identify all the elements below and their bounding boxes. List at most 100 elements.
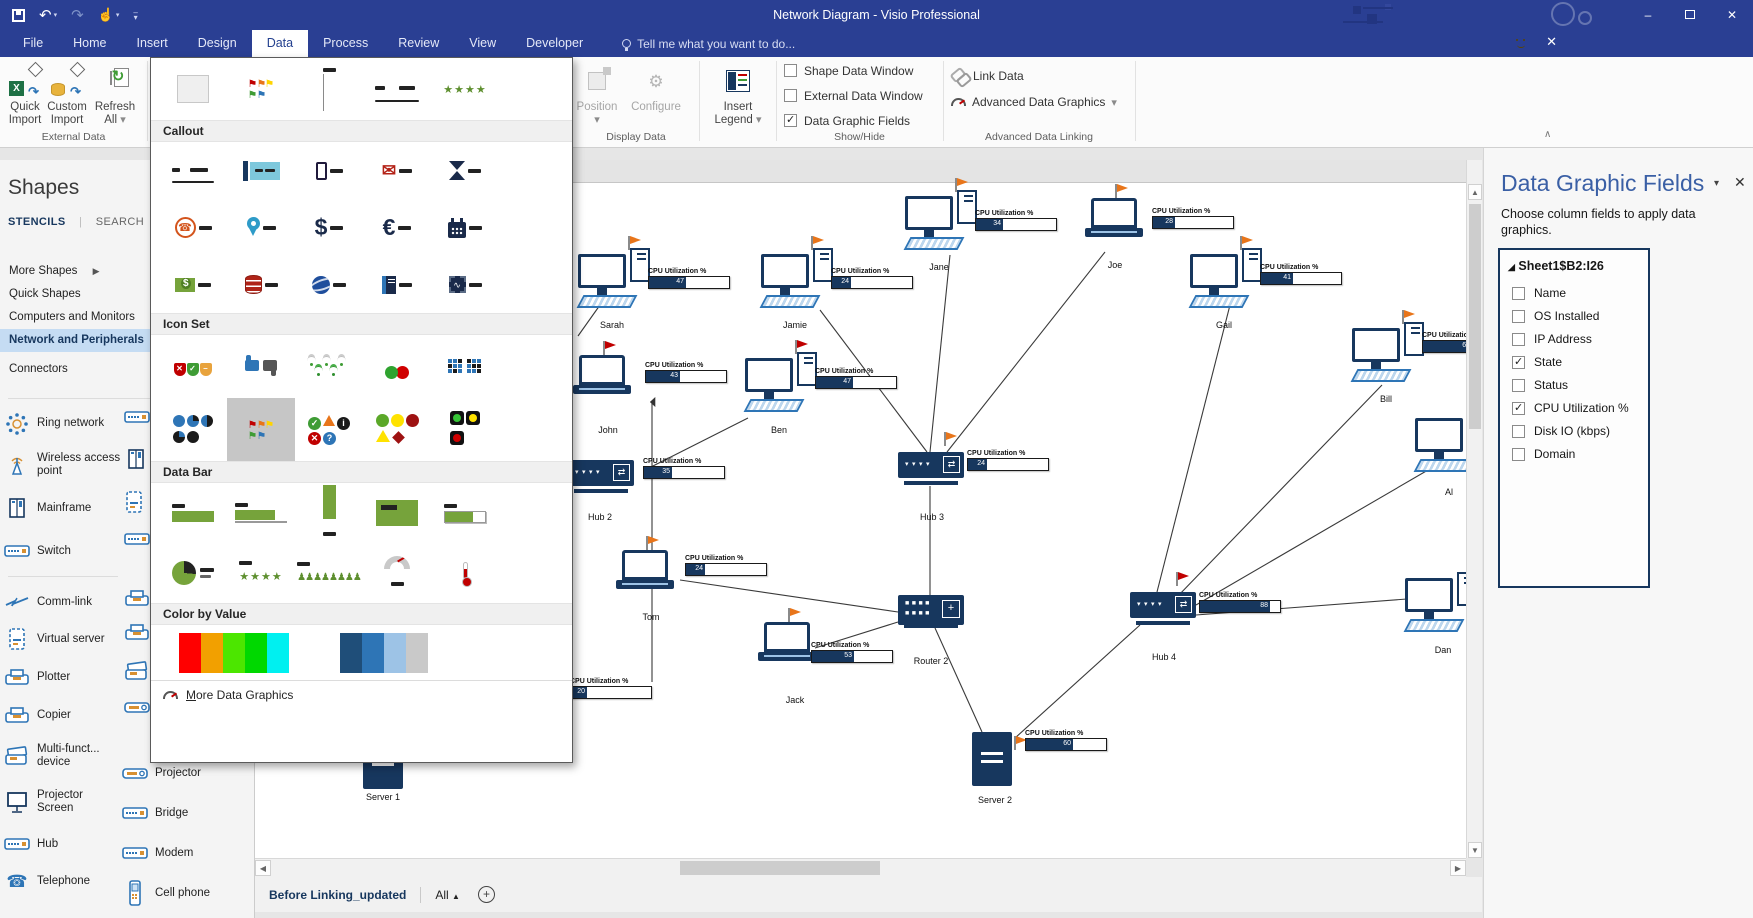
page-tab[interactable]: Before Linking_updated bbox=[269, 888, 406, 902]
field-ip-address[interactable]: IP Address bbox=[1512, 329, 1592, 349]
field-status[interactable]: Status bbox=[1512, 375, 1568, 395]
field-name[interactable]: Name bbox=[1512, 283, 1566, 303]
gallery-item-flags[interactable]: ⚑⚑⚑⚑⚑ bbox=[227, 58, 295, 120]
pane-close-icon[interactable]: ✕ bbox=[1734, 174, 1746, 191]
checkbox-icon[interactable] bbox=[784, 114, 797, 127]
collapse-ribbon-icon[interactable]: ∧ bbox=[1544, 129, 1551, 140]
tab-search[interactable]: SEARCH bbox=[96, 216, 144, 228]
sidebar-item-quick-shapes[interactable]: Quick Shapes bbox=[0, 283, 150, 306]
tab-file[interactable]: File bbox=[8, 30, 58, 57]
gallery-item-callout-pin[interactable] bbox=[227, 199, 295, 256]
checkbox-icon[interactable] bbox=[1512, 287, 1525, 300]
node-jane[interactable] bbox=[905, 190, 977, 252]
add-page-button[interactable]: + bbox=[478, 886, 495, 903]
tab-view[interactable]: View bbox=[454, 30, 511, 57]
pane-menu-icon[interactable]: ▾ bbox=[1714, 178, 1719, 189]
gallery-item-db-basic[interactable] bbox=[159, 483, 227, 543]
gallery-item-callout-phone[interactable] bbox=[295, 142, 363, 199]
sidebar-item-computers-and-monitors[interactable]: Computers and Monitors bbox=[0, 306, 150, 329]
gallery-item-db-pie[interactable] bbox=[159, 543, 227, 603]
gallery-item-callout-mail[interactable]: ✉ bbox=[363, 142, 431, 199]
node-dan[interactable] bbox=[1405, 572, 1466, 634]
checkbox-icon[interactable] bbox=[1512, 310, 1525, 323]
gallery-item-is-toggles[interactable] bbox=[363, 335, 431, 398]
shape-modem[interactable]: Modem bbox=[122, 833, 252, 873]
node-hub-3[interactable]: ▾▾▾▾⇄ bbox=[898, 452, 964, 486]
node-sarah[interactable] bbox=[578, 248, 650, 310]
gallery-item-db-gauge[interactable] bbox=[363, 543, 431, 603]
advanced-data-graphics-button[interactable]: Advanced Data Graphics▾ bbox=[951, 95, 1117, 109]
shape-plotter[interactable]: Plotter bbox=[4, 658, 122, 696]
gallery-item-callout-euro[interactable]: € bbox=[363, 199, 431, 256]
tab-review[interactable]: Review bbox=[383, 30, 454, 57]
shape-multi-function-device[interactable]: Multi-funct... device bbox=[4, 734, 122, 778]
sheet-group-header[interactable]: ◢ Sheet1$B2:I26 bbox=[1508, 259, 1604, 273]
close-button[interactable]: ✕ bbox=[1711, 0, 1753, 30]
gallery-item-is-traffic[interactable] bbox=[431, 398, 499, 461]
shape-switch[interactable]: Switch bbox=[4, 528, 122, 574]
node-joe[interactable] bbox=[1087, 198, 1143, 238]
refresh-all-button[interactable]: ↻ RefreshAll ▾ bbox=[90, 61, 140, 127]
node-bill[interactable] bbox=[1352, 322, 1424, 384]
gallery-item-is-wifi[interactable] bbox=[295, 335, 363, 398]
node-server-2[interactable] bbox=[972, 732, 1012, 786]
node-hub-2[interactable]: ▾▾▾▾⇄ bbox=[568, 460, 634, 494]
shape-mainframe[interactable]: Mainframe bbox=[4, 488, 122, 528]
node-tom[interactable] bbox=[618, 550, 674, 590]
shape-cell-phone[interactable]: Cell phone bbox=[122, 873, 252, 913]
gallery-item-db-vertical[interactable] bbox=[295, 483, 363, 543]
shape-hub[interactable]: Hub bbox=[4, 826, 122, 862]
gallery-item-is-shapes[interactable] bbox=[363, 398, 431, 461]
all-pages-button[interactable]: All ▲ bbox=[435, 888, 460, 902]
checkbox-icon[interactable] bbox=[1512, 333, 1525, 346]
gallery-item-db-boxed[interactable] bbox=[363, 483, 431, 543]
gallery-item-stars[interactable]: ★★★★ bbox=[431, 58, 499, 120]
field-state[interactable]: State bbox=[1512, 352, 1562, 372]
tell-me-search[interactable]: Tell me what you want to do... bbox=[622, 30, 795, 57]
gallery-item-db-underline[interactable] bbox=[227, 483, 295, 543]
gallery-item-callout-box[interactable] bbox=[227, 142, 295, 199]
custom-import-button[interactable]: ↷ CustomImport bbox=[44, 61, 90, 127]
more-data-graphics-button[interactable]: More Data Graphics bbox=[151, 680, 572, 708]
node-jamie[interactable] bbox=[761, 248, 833, 310]
gallery-item-callout-chip[interactable]: ∿ bbox=[431, 256, 499, 313]
scroll-up-icon[interactable]: ▲ bbox=[1468, 184, 1482, 200]
node-router-2[interactable]: ■■■■■■■■+ bbox=[898, 595, 964, 633]
checkbox-icon[interactable] bbox=[1512, 379, 1525, 392]
gallery-item-none[interactable] bbox=[159, 58, 227, 120]
gallery-item-cbv-rainbow[interactable] bbox=[159, 625, 309, 680]
shape-comm-link[interactable]: Comm-link bbox=[4, 584, 122, 620]
configure-button[interactable]: ⚙ Configure bbox=[626, 61, 686, 114]
checkbox-data-graphic-fields[interactable]: Data Graphic Fields bbox=[784, 114, 923, 135]
close-document-button[interactable]: ✕ bbox=[1546, 34, 1557, 50]
shape-ring-network[interactable]: Ring network bbox=[4, 405, 122, 442]
vertical-scroll-thumb[interactable] bbox=[1469, 204, 1481, 429]
node-jack[interactable] bbox=[760, 622, 816, 662]
maximize-button[interactable] bbox=[1669, 0, 1711, 30]
gallery-item-is-shields[interactable]: ✕✓– bbox=[159, 335, 227, 398]
checkbox-icon[interactable] bbox=[1512, 402, 1525, 415]
quick-import-button[interactable]: X ↷ QuickImport bbox=[2, 61, 48, 127]
gallery-item-db-people[interactable]: ♟♟♟♟♟♟♟♟ bbox=[295, 543, 363, 603]
tab-stencils[interactable]: STENCILS bbox=[8, 216, 66, 228]
node-john[interactable] bbox=[575, 355, 631, 395]
position-button[interactable]: Position▾ bbox=[570, 61, 624, 127]
gallery-item-is-thumbs[interactable] bbox=[227, 335, 295, 398]
gallery-item-is-grid[interactable] bbox=[431, 335, 499, 398]
sidebar-item-more-shapes[interactable]: More Shapes ▶ bbox=[0, 260, 150, 283]
gallery-item-callout-text[interactable] bbox=[159, 142, 227, 199]
tab-home[interactable]: Home bbox=[58, 30, 121, 57]
gallery-item-db-framed[interactable] bbox=[431, 483, 499, 543]
node-gail[interactable] bbox=[1190, 248, 1262, 310]
link-data-button[interactable]: Link Data bbox=[951, 69, 1024, 83]
insert-legend-button[interactable]: InsertLegend ▾ bbox=[706, 61, 770, 127]
tab-developer[interactable]: Developer bbox=[511, 30, 598, 57]
field-cpu-utilization--[interactable]: CPU Utilization % bbox=[1512, 398, 1629, 418]
sidebar-item-connectors[interactable]: Connectors bbox=[0, 358, 150, 381]
tab-process[interactable]: Process bbox=[308, 30, 383, 57]
gallery-item-progress[interactable] bbox=[295, 58, 363, 120]
field-domain[interactable]: Domain bbox=[1512, 444, 1575, 464]
node-hub-4[interactable]: ▾▾▾▾⇄ bbox=[1130, 592, 1196, 626]
scroll-down-icon[interactable]: ▼ bbox=[1468, 842, 1482, 858]
horizontal-scrollbar[interactable]: ◀ ▶ bbox=[255, 858, 1466, 877]
